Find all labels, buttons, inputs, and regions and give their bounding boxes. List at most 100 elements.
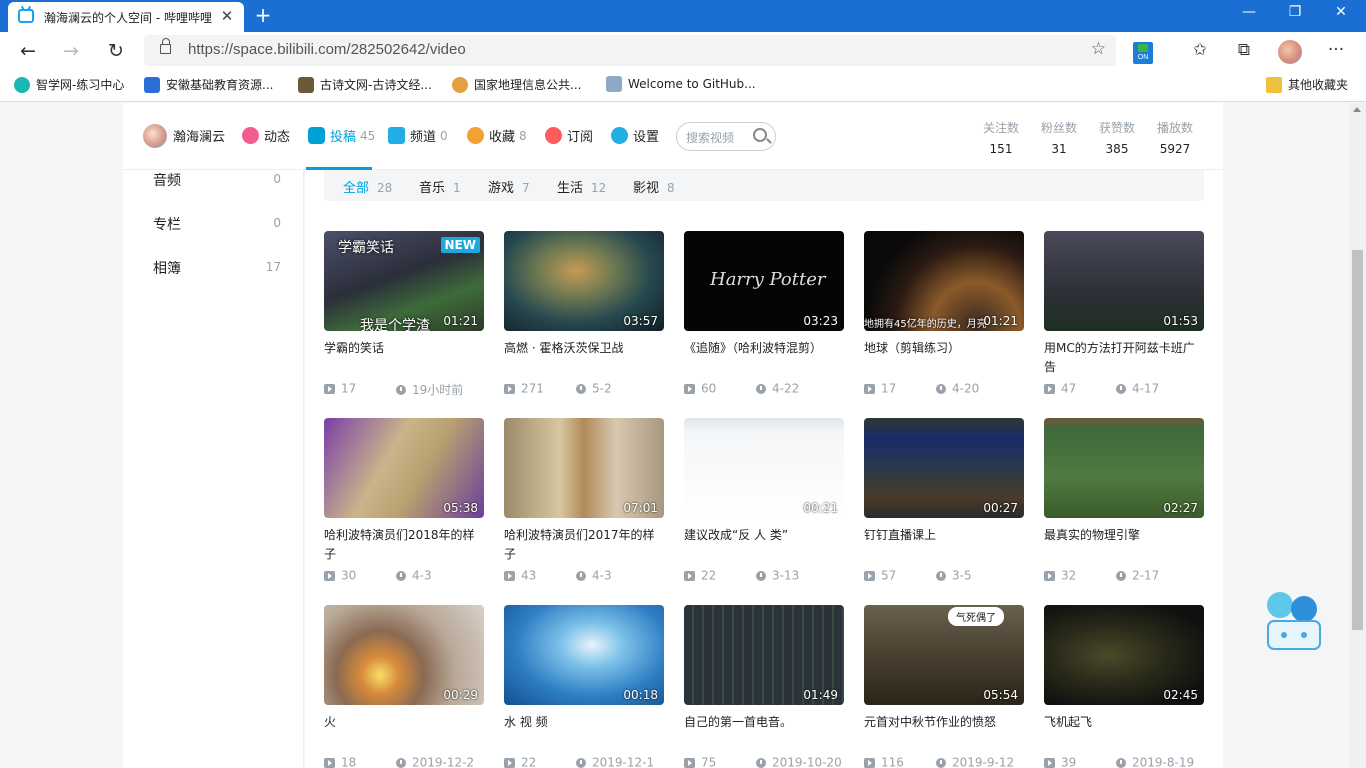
video-title[interactable]: 高燃 · 霍格沃茨保卫战 [504,339,664,358]
upload-date: 2019-10-20 [756,755,842,768]
bookmark-item[interactable]: 古诗文网-古诗文经... [298,76,432,96]
play-count: 60 [684,381,716,396]
bookmark-item[interactable]: 安徽基础教育资源... [144,76,273,96]
stat-plays: 播放数 5927 [1156,121,1193,156]
play-count: 75 [684,755,716,768]
video-thumbnail[interactable]: 地拥有45亿年的历史，月亮 01:21 [864,231,1024,331]
user-avatar[interactable] [143,124,167,148]
stat-followers[interactable]: 粉丝数 31 [1029,119,1089,156]
nav-channels[interactable]: 频道 0 [388,126,448,145]
minimize-icon[interactable]: — [1226,0,1272,26]
forward-icon[interactable]: → [57,38,85,64]
profile-avatar[interactable] [1278,40,1302,64]
video-title[interactable]: 地球（剪辑练习） [864,339,1024,358]
favorites-icon[interactable]: ✩ [1188,40,1212,64]
video-title[interactable]: 哈利波特演员们2017年的样子 [504,526,664,564]
space-header: 瀚海澜云 动态 投稿 45 频道 0 收藏 8 订阅 设置 搜索视频 关注数 151 粉… [123,103,1223,170]
video-title[interactable]: 建议改成“反 人 类” [684,526,844,545]
video-search-input[interactable]: 搜索视频 [676,122,776,151]
video-title[interactable]: 哈利波特演员们2018年的样子 [324,526,484,564]
bookmark-item[interactable]: 国家地理信息公共... [452,76,581,96]
video-thumbnail[interactable]: 00:18 [504,605,664,705]
nav-subscriptions[interactable]: 订阅 [545,126,593,145]
video-thumbnail[interactable]: 气死偶了 05:54 [864,605,1024,705]
browser-tab[interactable]: 瀚海澜云的个人空间 - 哔哩哔哩 ( ✕ [8,2,244,32]
clock-icon [396,570,406,581]
clock-icon [396,757,406,768]
more-menu-icon[interactable]: ··· [1324,40,1348,64]
upload-date: 4-3 [396,568,432,583]
video-title[interactable]: 火 [324,713,484,732]
sidebar-item-albums[interactable]: 相簿 17 [153,258,281,278]
mascot-helper[interactable] [1262,583,1326,658]
scrollbar-thumb[interactable] [1352,250,1363,630]
collections-icon[interactable]: ⧉ [1232,40,1256,64]
clock-icon [1116,757,1126,768]
search-icon[interactable] [753,128,767,142]
sidebar-item-audio[interactable]: 音频 0 [153,170,281,190]
video-title[interactable]: 《追随》（哈利波特混剪） [684,339,844,358]
nav-dynamic[interactable]: 动态 [242,126,290,145]
video-title[interactable]: 钉钉直播课上 [864,526,1024,545]
close-tab-icon[interactable]: ✕ [218,7,236,25]
filter-music[interactable]: 音乐 1 [419,177,461,196]
upload-date: 4-20 [936,381,979,396]
other-bookmarks-folder[interactable]: 其他收藏夹 [1266,76,1348,96]
upload-date: 2019-12-2 [396,755,474,768]
video-title[interactable]: 水 视 频 [504,713,664,732]
new-tab-button[interactable]: + [254,3,272,27]
video-thumbnail[interactable]: 03:57 [504,231,664,331]
filter-games[interactable]: 游戏 7 [488,177,530,196]
video-title[interactable]: 学霸的笑话 [324,339,484,358]
filter-film[interactable]: 影视 8 [633,177,675,196]
play-icon [1044,383,1055,394]
favorite-star-icon[interactable]: ☆ [1091,39,1106,59]
back-icon[interactable]: ← [14,38,42,64]
video-title[interactable]: 元首对中秋节作业的愤怒 [864,713,1024,732]
clock-icon [936,570,946,581]
username[interactable]: 瀚海澜云 [173,126,225,145]
uploads-icon [308,127,325,144]
video-title[interactable]: 用MC的方法打开阿兹卡班广告 [1044,339,1204,377]
category-filter-bar: 全部 28 音乐 1 游戏 7 生活 12 影视 8 [324,170,1204,201]
video-thumbnail[interactable]: 05:38 [324,418,484,518]
video-thumbnail[interactable]: 07:01 [504,418,664,518]
video-title[interactable]: 自己的第一首电音。 [684,713,844,732]
refresh-icon[interactable]: ↻ [102,38,130,64]
video-thumbnail[interactable]: 00:21 [684,418,844,518]
bookmark-item[interactable]: 智学网-练习中心 [14,76,124,96]
bookmarks-bar: 智学网-练习中心 安徽基础教育资源... 古诗文网-古诗文经... 国家地理信息… [0,70,1366,102]
nav-settings[interactable]: 设置 [611,126,659,145]
bookmark-icon [14,76,30,93]
clock-icon [576,757,586,768]
video-thumbnail[interactable]: 02:45 [1044,605,1204,705]
video-title[interactable]: 飞机起飞 [1044,713,1204,732]
play-icon [324,570,335,581]
url-text[interactable]: https://space.bilibili.com/282502642/vid… [188,41,466,58]
video-thumbnail[interactable]: 02:27 [1044,418,1204,518]
extension-on-icon[interactable]: ON [1133,42,1153,64]
favorite-icon [467,127,484,144]
video-thumbnail[interactable]: 学霸笑话 NEW 我是个学渣 01:21 [324,231,484,331]
nav-uploads[interactable]: 投稿 45 [308,126,375,145]
nav-favorites[interactable]: 收藏 8 [467,126,527,145]
video-thumbnail[interactable]: 00:27 [864,418,1024,518]
video-thumbnail[interactable]: 00:29 [324,605,484,705]
stat-following[interactable]: 关注数 151 [971,119,1031,156]
sidebar-item-articles[interactable]: 专栏 0 [153,214,281,234]
video-title[interactable]: 最真实的物理引擎 [1044,526,1204,545]
scroll-up-icon[interactable] [1353,107,1361,112]
heart-icon [545,127,562,144]
play-icon [864,757,875,768]
video-thumbnail[interactable]: 01:53 [1044,231,1204,331]
address-bar[interactable]: https://space.bilibili.com/282502642/vid… [144,35,1116,66]
bookmark-item[interactable]: Welcome to GitHub... [606,76,756,96]
video-thumbnail[interactable]: 01:49 [684,605,844,705]
filter-all[interactable]: 全部 28 [343,177,392,196]
filter-life[interactable]: 生活 12 [557,177,606,196]
window-close-icon[interactable]: ✕ [1318,0,1364,26]
restore-icon[interactable]: ❐ [1272,0,1318,26]
play-icon [684,757,695,768]
video-thumbnail[interactable]: Harry Potter 03:23 [684,231,844,331]
page-scrollbar[interactable] [1349,103,1366,768]
